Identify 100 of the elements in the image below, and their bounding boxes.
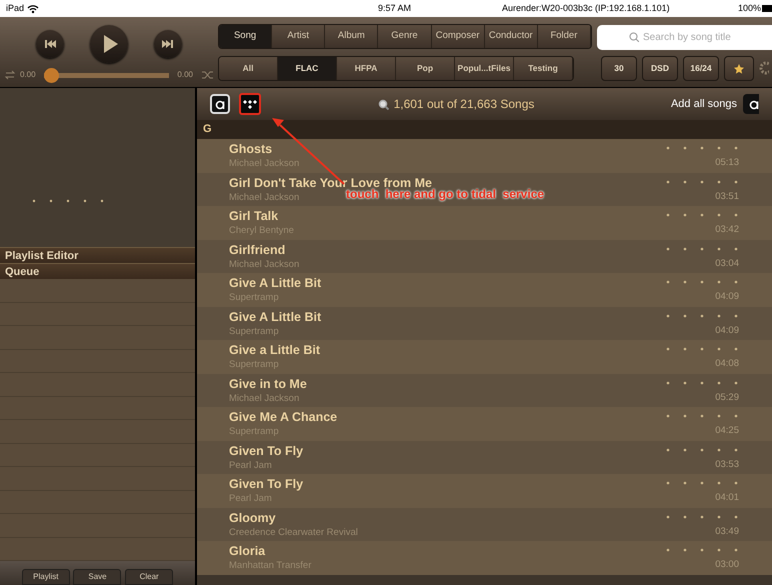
play-button[interactable]: [90, 25, 128, 63]
amazon-button[interactable]: [210, 94, 230, 114]
song-title: Given To Fly: [229, 442, 304, 458]
song-duration: 03:42: [715, 224, 739, 236]
tab[interactable]: Composer: [432, 25, 485, 48]
song-title: Ghosts: [229, 141, 272, 157]
rating-dots-icon[interactable]: [665, 178, 739, 184]
clock: 9:57 AM: [378, 2, 412, 15]
rating-dots-icon[interactable]: [665, 145, 739, 151]
filter-button[interactable]: DSD: [642, 56, 678, 81]
song-duration: 04:08: [715, 358, 739, 370]
slider-thumb[interactable]: [44, 68, 59, 82]
song-title: Girl Talk: [229, 208, 278, 224]
filter-tab[interactable]: Testing: [514, 57, 573, 80]
rating-dots-icon[interactable]: [665, 413, 739, 419]
previous-button[interactable]: [36, 30, 64, 58]
connection-info: Aurender:W20-003b3c (IP:192.168.1.101): [502, 2, 670, 15]
song-title: Gloria: [229, 543, 266, 559]
song-title: Give A Little Bit: [229, 308, 322, 324]
tidal-button[interactable]: [239, 93, 261, 115]
song-duration: 03:53: [715, 458, 739, 470]
tab[interactable]: Album: [325, 25, 378, 48]
rating-dots-icon[interactable]: [665, 212, 739, 218]
favorites-button[interactable]: [724, 56, 754, 81]
wifi-icon: [27, 4, 40, 14]
search-icon: [378, 98, 389, 110]
section-header: G: [197, 120, 772, 139]
previous-icon: [44, 39, 56, 49]
amazon-button[interactable]: [743, 94, 759, 114]
sidebar-item[interactable]: Queue: [0, 263, 195, 279]
rating-dots-icon[interactable]: [665, 312, 739, 318]
sidebar-button[interactable]: Clear: [125, 569, 174, 585]
battery-icon: [762, 5, 772, 12]
letter-a-icon: [214, 98, 226, 110]
battery-level: 100%: [738, 2, 762, 15]
rating-dots-icon[interactable]: [665, 547, 739, 553]
song-artist: Pearl Jam: [229, 458, 272, 472]
add-all-songs-button[interactable]: Add all songs: [670, 96, 737, 112]
filter-tab[interactable]: Pop: [396, 57, 455, 80]
song-row[interactable]: Give in to Me Michael Jackson 05:29: [197, 374, 772, 407]
filter-button[interactable]: 30: [601, 56, 637, 81]
tab[interactable]: Folder: [538, 25, 591, 48]
song-artist: Michael Jackson: [229, 258, 300, 272]
song-duration: 03:51: [715, 190, 739, 202]
total-time: 0.00: [177, 69, 193, 81]
next-button[interactable]: [154, 30, 182, 58]
song-artist: Creedence Clearwater Revival: [229, 526, 358, 540]
tab[interactable]: Artist: [272, 25, 326, 48]
diamonds-icon: [243, 98, 257, 110]
song-row[interactable]: Give A Little Bit Supertramp 04:09: [197, 306, 772, 340]
song-title: Girl Don't Take Your Love from Me: [229, 174, 432, 190]
song-row[interactable]: Gloomy Creedence Clearwater Revival 03:49: [197, 508, 772, 541]
song-duration: 04:09: [715, 324, 739, 336]
sidebar-button[interactable]: Save: [73, 569, 122, 585]
search-icon: [629, 32, 639, 42]
song-title: Give A Little Bit: [229, 275, 322, 291]
song-duration: 04:01: [715, 492, 739, 504]
filter-tab[interactable]: HFPA: [337, 57, 396, 80]
song-duration: 04:09: [715, 291, 739, 303]
filter-button[interactable]: 16/24: [683, 56, 719, 81]
sidebar-button[interactable]: Playlist: [22, 569, 70, 585]
song-title: Give a Little Bit: [229, 342, 320, 358]
rating-dots-icon[interactable]: [665, 380, 739, 386]
song-artist: Supertramp: [229, 324, 279, 338]
shuffle-icon[interactable]: [201, 70, 214, 80]
device-name: iPad: [6, 2, 24, 15]
star-icon: [734, 64, 744, 74]
rating-dots-icon[interactable]: [665, 279, 739, 285]
song-title: Give in to Me: [229, 376, 307, 392]
repeat-icon[interactable]: [4, 70, 16, 80]
song-title: Gloomy: [229, 510, 276, 526]
rating-dots-icon[interactable]: [665, 446, 739, 452]
tab[interactable]: Song: [219, 25, 272, 48]
filter-tab[interactable]: Popul...tFiles: [455, 57, 514, 80]
annotation-text: touch here and go to tidal service: [346, 187, 544, 203]
song-title: Give Me A Chance: [229, 409, 338, 425]
song-duration: 03:04: [715, 258, 739, 270]
song-row[interactable]: Given To Fly Pearl Jam 03:53: [197, 440, 772, 474]
tab[interactable]: Genre: [378, 25, 432, 48]
rating-dots-icon[interactable]: [665, 514, 739, 520]
elapsed-time: 0.00: [20, 69, 36, 81]
song-duration: 05:13: [715, 157, 739, 169]
filter-tab[interactable]: FLAC: [278, 57, 337, 80]
rating-dots-icon[interactable]: [665, 346, 739, 352]
settings-icon[interactable]: [759, 61, 769, 75]
rating-dots-icon[interactable]: [665, 480, 739, 486]
sidebar-item[interactable]: Playlist Editor: [0, 247, 195, 263]
play-icon: [103, 35, 118, 53]
next-icon: [162, 39, 174, 49]
song-row[interactable]: Girlfriend Michael Jackson 03:04: [197, 240, 772, 273]
filter-tab[interactable]: All: [219, 57, 278, 80]
search-field[interactable]: Search by song title: [597, 25, 772, 50]
song-duration: 04:25: [715, 425, 739, 437]
song-duration: 03:00: [715, 559, 739, 571]
tab[interactable]: Conductor: [484, 25, 538, 48]
song-artist: Michael Jackson: [229, 392, 300, 406]
song-count: 1,601 out of 21,663 Songs: [394, 96, 534, 113]
song-title: Given To Fly: [229, 476, 304, 492]
letter-a-icon: [749, 98, 759, 110]
rating-dots-icon[interactable]: [665, 246, 739, 252]
